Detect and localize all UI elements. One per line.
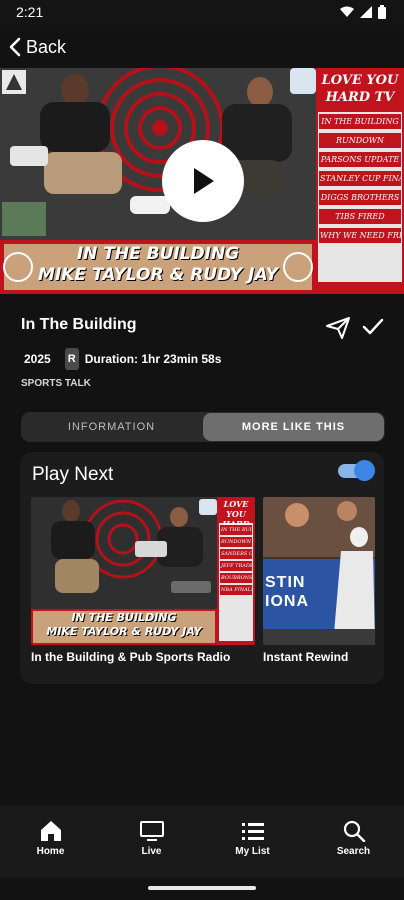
panel-item: IN THE BUILDING <box>319 114 401 129</box>
autoplay-toggle[interactable] <box>338 460 375 481</box>
genre-label: SPORTS TALK <box>21 378 91 389</box>
tab-more-like-this[interactable]: MORE LIKE THIS <box>203 413 384 441</box>
thumb-banner-line-1: IN THE BUILDING <box>71 611 177 624</box>
gesture-area <box>0 878 404 900</box>
release-year: 2025 <box>24 352 51 366</box>
panel-item: IN THE BUILDING <box>220 525 252 535</box>
wifi-icon <box>340 6 354 17</box>
panel-item: PARSONS UPDATE <box>319 152 401 167</box>
gesture-bar[interactable] <box>148 886 256 890</box>
nav-search-label: Search <box>336 846 371 857</box>
bottom-nav: Home Live My List Search <box>0 806 404 878</box>
status-bar: 2:21 <box>0 0 404 26</box>
banner-line-2: MIKE TAYLOR & RUDY JAY <box>38 265 278 285</box>
panel-item: DIGGS BROTHERS <box>319 190 401 205</box>
checkmark-icon[interactable] <box>362 318 384 336</box>
thumbnail-image <box>263 497 375 645</box>
panel-item: STANLEY CUP FINALS <box>319 171 401 186</box>
tv-icon <box>139 821 164 841</box>
nav-my-list[interactable]: My List <box>202 806 303 878</box>
play-button[interactable] <box>162 140 244 222</box>
nav-search[interactable]: Search <box>303 806 404 878</box>
home-icon <box>40 821 61 841</box>
thumbnail-caption-2: Instant Rewind <box>263 650 349 664</box>
search-icon <box>343 820 365 842</box>
side-panel-heading: LOVE YOU HARD TV <box>321 73 399 105</box>
side-panel-list: IN THE BUILDING RUNDOWN PARSONS UPDATE STAN… <box>319 114 401 243</box>
nav-live-label: Live <box>141 846 162 857</box>
status-time: 2:21 <box>16 4 44 20</box>
banner-text: IN THE BUILDING MIKE TAYLOR & RUDY JAY <box>0 244 316 290</box>
status-icons <box>340 5 386 19</box>
thumb-panel-list: IN THE BUILDING RUNDOWN SANDERS OUT JEFF TR… <box>220 525 252 595</box>
thumb-sign-text: STIN IONA <box>265 574 309 610</box>
chevron-left-icon <box>9 37 21 57</box>
nav-home[interactable]: Home <box>0 806 101 878</box>
thumb-banner-text: IN THE BUILDING MIKE TAYLOR & RUDY JAY <box>31 611 217 639</box>
detail-tabs: INFORMATION MORE LIKE THIS <box>21 412 385 442</box>
duration: Duration: 1hr 23min 58s <box>84 352 222 366</box>
banner-line-1: IN THE BUILDING <box>76 244 240 264</box>
play-next-heading: Play Next <box>32 464 114 485</box>
panel-item: WHY WE NEED FREE MONEY <box>319 228 401 243</box>
thumbnail-caption-1: In the Building & Pub Sports Radio <box>31 650 231 664</box>
panel-item: RUNDOWN <box>319 133 401 148</box>
panel-item: TIBS FIRED <box>319 209 401 224</box>
meta-row: 2025 R Duration: 1hr 23min 58s <box>24 348 221 370</box>
nav-live[interactable]: Live <box>101 806 202 878</box>
panel-item: RUNDOWN <box>220 537 252 547</box>
nav-my-list-label: My List <box>235 846 270 857</box>
share-icon[interactable] <box>325 316 351 340</box>
panel-item: SANDERS OUT <box>220 549 252 559</box>
show-title: In The Building <box>21 316 137 333</box>
thumb-banner-line-2: MIKE TAYLOR & RUDY JAY <box>46 625 202 638</box>
play-next-thumbnail-2[interactable]: STIN IONA <box>263 497 375 645</box>
back-button[interactable]: Back <box>8 32 66 62</box>
nav-home-label: Home <box>36 846 65 857</box>
panel-item: NBA FINALS <box>220 585 252 595</box>
back-label: Back <box>26 36 67 57</box>
toggle-knob <box>354 460 375 481</box>
panel-item: JEFF TRADE <box>220 561 252 571</box>
tab-information[interactable]: INFORMATION <box>21 412 202 442</box>
play-icon <box>194 168 214 194</box>
battery-icon <box>378 5 386 19</box>
rating-badge: R <box>64 348 79 370</box>
signal-icon <box>360 6 372 18</box>
top-nav: Back <box>0 26 404 68</box>
panel-item: BOURBONS <box>220 573 252 583</box>
play-next-thumbnail-1[interactable]: IN THE BUILDING MIKE TAYLOR & RUDY JAY L… <box>31 497 255 645</box>
list-icon <box>241 823 264 840</box>
video-player[interactable]: IN THE BUILDING MIKE TAYLOR & RUDY JAY L… <box>0 68 404 294</box>
